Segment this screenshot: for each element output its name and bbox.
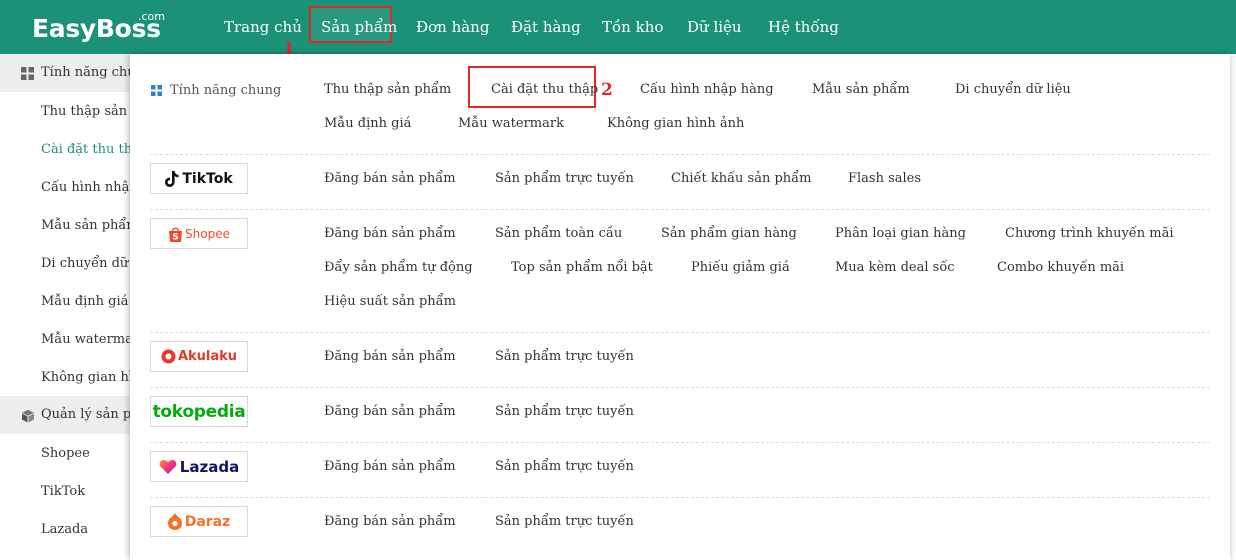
sidebar-item-cau-hinh[interactable]: Cấu hình nhập hàng xyxy=(41,178,130,198)
sidebar-item-tiktok[interactable]: TikTok xyxy=(41,482,85,502)
menu-link-akulaku-dang-ban[interactable]: Đăng bán sản phẩm xyxy=(324,348,456,366)
menu-link-shopee-combo[interactable]: Combo khuyến mãi xyxy=(997,259,1124,277)
menu-link-daraz-truc-tuyen[interactable]: Sản phẩm trực tuyến xyxy=(495,513,634,531)
menu-link-tiktok-flash-sales[interactable]: Flash sales xyxy=(848,170,921,188)
sidebar-group-general[interactable]: Tính năng chung xyxy=(0,54,130,92)
akulaku-brand-text: Akulaku xyxy=(177,349,238,364)
menu-link-cai-dat-thu-thap[interactable]: Cài đặt thu thập xyxy=(491,81,598,99)
box-icon xyxy=(22,409,34,423)
nav-dat-hang[interactable]: Đặt hàng xyxy=(511,0,581,54)
menu-link-shopee-phieu-giam-gia[interactable]: Phiếu giảm giá xyxy=(691,259,790,277)
shopee-bag-icon: S xyxy=(169,227,183,242)
lazada-badge: Lazada xyxy=(150,451,248,482)
lazada-heart-icon xyxy=(159,459,177,474)
menu-link-tiktok-chiet-khau[interactable]: Chiết khấu sản phẩm xyxy=(671,170,811,188)
lazada-brand-text: Lazada xyxy=(179,457,240,476)
menu-link-shopee-dang-ban[interactable]: Đăng bán sản phẩm xyxy=(324,225,456,243)
sidebar-item-di-chuyen[interactable]: Di chuyển dữ liệu xyxy=(41,254,130,274)
daraz-badge: Daraz xyxy=(150,506,248,537)
top-navbar: EasyBoss .com Trang chủ Sản phẩm Đơn hàn… xyxy=(0,0,1236,54)
grid-icon xyxy=(21,67,34,80)
sidebar-item-khong-gian[interactable]: Không gian hình ảnh xyxy=(41,368,130,388)
sidebar-item-mau-watermark[interactable]: Mẫu watermark xyxy=(41,330,130,350)
menu-link-tiktok-dang-ban[interactable]: Đăng bán sản phẩm xyxy=(324,170,456,188)
menu-link-shopee-day-san-pham[interactable]: Đẩy sản phẩm tự động xyxy=(324,259,473,277)
akulaku-badge: Akulaku xyxy=(150,341,248,372)
tokopedia-brand-text: tokopedia xyxy=(152,401,246,422)
menu-separator xyxy=(150,497,1210,498)
sidebar: Tính năng chung Thu thập sản phẩm Cài đặ… xyxy=(0,54,130,560)
sidebar-group-products[interactable]: Quản lý sản phẩm xyxy=(0,396,130,434)
menu-link-tokopedia-truc-tuyen[interactable]: Sản phẩm trực tuyến xyxy=(495,403,634,421)
sidebar-group-label: Tính năng chung xyxy=(41,65,130,80)
menu-link-thu-thap-san-pham[interactable]: Thu thập sản phẩm xyxy=(324,81,451,99)
menu-link-cau-hinh-nhap-hang[interactable]: Cấu hình nhập hàng xyxy=(640,81,774,99)
menu-category-title: Tính năng chung xyxy=(170,83,282,98)
menu-link-shopee-gian-hang[interactable]: Sản phẩm gian hàng xyxy=(661,225,797,243)
nav-du-lieu[interactable]: Dữ liệu xyxy=(687,0,742,54)
sidebar-item-mau-san-pham[interactable]: Mẫu sản phẩm xyxy=(41,216,130,236)
menu-link-shopee-top-noi-bat[interactable]: Top sản phẩm nổi bật xyxy=(511,259,653,277)
menu-link-shopee-phan-loai[interactable]: Phân loại gian hàng xyxy=(835,225,966,243)
menu-scrollbar[interactable] xyxy=(1224,54,1230,560)
svg-text:S: S xyxy=(172,232,178,242)
menu-separator xyxy=(150,332,1210,333)
logo-suffix: .com xyxy=(138,10,165,23)
menu-link-lazada-truc-tuyen[interactable]: Sản phẩm trực tuyến xyxy=(495,458,634,476)
menu-link-lazada-dang-ban[interactable]: Đăng bán sản phẩm xyxy=(324,458,456,476)
sidebar-item-thu-thap[interactable]: Thu thập sản phẩm xyxy=(41,102,130,122)
menu-separator xyxy=(150,154,1210,155)
daraz-brand-text: Daraz xyxy=(184,513,231,530)
sidebar-item-cai-dat-thu-thap[interactable]: Cài đặt thu thập xyxy=(41,140,130,160)
tokopedia-badge: tokopedia xyxy=(150,396,248,427)
menu-link-di-chuyen-du-lieu[interactable]: Di chuyển dữ liệu xyxy=(955,81,1071,99)
tiktok-brand-text: TikTok xyxy=(182,170,233,187)
nav-he-thong[interactable]: Hệ thống xyxy=(768,0,839,54)
sidebar-item-lazada[interactable]: Lazada xyxy=(41,520,88,540)
product-mega-menu: Tính năng chung 2 Thu thập sản phẩm Cài … xyxy=(130,54,1230,560)
nav-ton-kho[interactable]: Tồn kho xyxy=(602,0,663,54)
menu-link-daraz-dang-ban[interactable]: Đăng bán sản phẩm xyxy=(324,513,456,531)
shopee-badge: S Shopee xyxy=(150,218,248,249)
menu-separator xyxy=(150,209,1210,210)
grid-icon xyxy=(151,85,162,96)
menu-separator xyxy=(150,387,1210,388)
menu-link-mau-dinh-gia[interactable]: Mẫu định giá xyxy=(324,115,411,133)
akulaku-icon xyxy=(161,349,176,364)
menu-link-khong-gian-hinh-anh[interactable]: Không gian hình ảnh xyxy=(607,115,744,133)
nav-don-hang[interactable]: Đơn hàng xyxy=(416,0,489,54)
tiktok-icon xyxy=(165,170,179,187)
daraz-icon xyxy=(167,513,182,530)
sidebar-group-label: Quản lý sản phẩm xyxy=(41,407,130,422)
annotation-step-2: 2 xyxy=(601,80,613,100)
menu-link-akulaku-truc-tuyen[interactable]: Sản phẩm trực tuyến xyxy=(495,348,634,366)
shopee-brand-text: Shopee xyxy=(185,226,230,241)
menu-link-shopee-khuyen-mai[interactable]: Chương trình khuyến mãi xyxy=(1005,225,1174,243)
menu-link-shopee-mua-kem[interactable]: Mua kèm deal sốc xyxy=(835,259,955,277)
sidebar-item-mau-dinh-gia[interactable]: Mẫu định giá xyxy=(41,292,128,312)
menu-link-shopee-hieu-suat[interactable]: Hiệu suất sản phẩm xyxy=(324,293,456,311)
menu-link-mau-san-pham[interactable]: Mẫu sản phẩm xyxy=(812,81,910,99)
menu-link-shopee-toan-cau[interactable]: Sản phẩm toàn cầu xyxy=(495,225,622,243)
menu-link-tiktok-truc-tuyen[interactable]: Sản phẩm trực tuyến xyxy=(495,170,634,188)
menu-link-tokopedia-dang-ban[interactable]: Đăng bán sản phẩm xyxy=(324,403,456,421)
menu-link-mau-watermark[interactable]: Mẫu watermark xyxy=(458,115,564,133)
sidebar-item-shopee[interactable]: Shopee xyxy=(41,444,90,464)
tiktok-badge: TikTok xyxy=(150,163,248,194)
menu-separator xyxy=(150,442,1210,443)
nav-san-pham[interactable]: Sản phẩm xyxy=(321,0,397,54)
